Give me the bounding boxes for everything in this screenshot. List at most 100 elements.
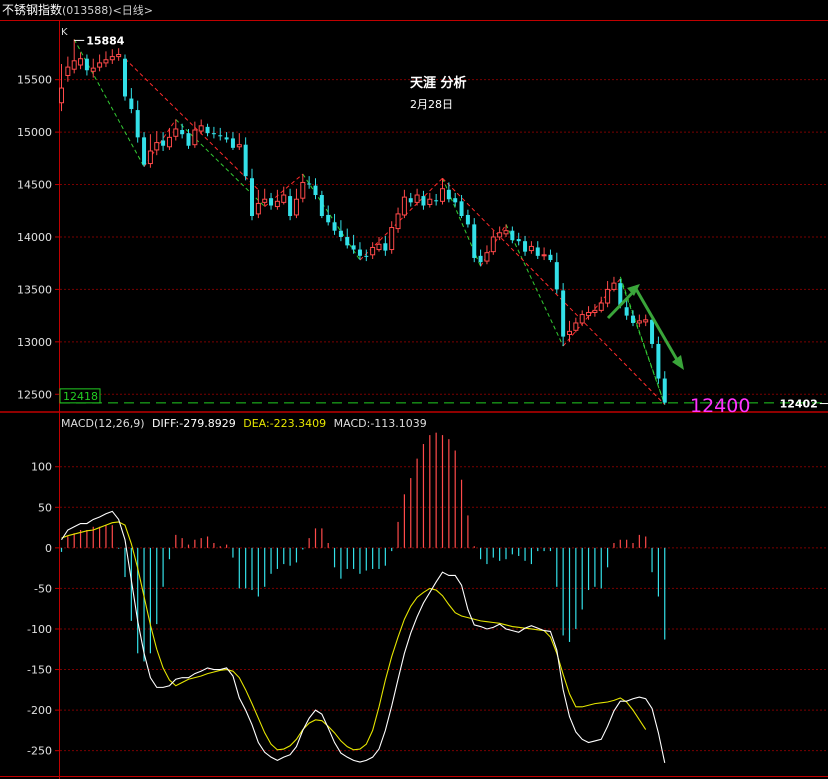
candle-body-up [484, 252, 490, 262]
candle-body-down [656, 343, 661, 379]
candle-body-up [440, 188, 445, 202]
candle-body-down [351, 245, 356, 250]
candle-body-down [459, 201, 464, 216]
price-tick-label: 12500 [17, 388, 52, 401]
diff-line [61, 510, 666, 763]
zigzag-segment [73, 39, 145, 167]
candle-body-up [395, 213, 401, 230]
macd-histogram [60, 432, 666, 662]
candle-body-down [510, 230, 515, 241]
candle-body-up [154, 142, 160, 151]
candle-body-up [192, 129, 198, 146]
candle-body-up [401, 196, 407, 216]
candle-body-down [307, 183, 312, 185]
price-tick-label: 13000 [17, 336, 52, 349]
candle-body-down [319, 195, 324, 216]
low-marker-label: 12402 [780, 398, 818, 411]
diff-value-label: DIFF:-279.8929 [152, 417, 236, 430]
macd-panel-label: MACD(12,26,9) [61, 417, 145, 430]
candle-body-down [135, 110, 140, 138]
candle-body-up [90, 67, 96, 72]
candlestick-series[interactable] [59, 39, 667, 405]
candle-body-up [370, 246, 376, 256]
candle-body-down [338, 230, 343, 237]
candle-body-up [598, 302, 604, 311]
candle-body-up [528, 245, 534, 252]
chart-title: 天涯 分析 [410, 75, 467, 91]
candle-body-down [364, 255, 369, 257]
price-tick-label: 15000 [17, 126, 52, 139]
candle-body-down [123, 58, 127, 97]
candle-body-up [97, 62, 103, 68]
candle-body-up [592, 309, 598, 313]
candle-body-up [490, 236, 496, 253]
candle-body-up [65, 66, 71, 76]
candle-body-up [59, 87, 64, 104]
candle-body-up [109, 56, 115, 61]
macd-tick-label: -200 [27, 704, 52, 717]
candle-body-down [205, 126, 210, 134]
candle-body-up [586, 311, 592, 317]
dea-value-label: DEA:-223.3409 [243, 417, 326, 430]
candle-body-down [561, 290, 566, 337]
candle-body-down [161, 140, 166, 146]
candle-body-down [269, 198, 274, 206]
candle-body-down [218, 135, 223, 137]
candle-body-down [288, 196, 293, 216]
candle-body-down [535, 247, 540, 256]
candle-body-down [478, 255, 483, 263]
candle-body-down [650, 319, 655, 344]
price-y-axis: 12500 13000 13500 14000 14500 15000 15500 [17, 74, 60, 401]
candle-body-up [236, 144, 242, 148]
macd-y-axis: -250 -200 -150 -100 -50 0 50 100 [27, 461, 60, 758]
macd-tick-label: 0 [45, 542, 52, 555]
price-tick-label: 13500 [17, 283, 52, 296]
price-tick-label: 15500 [17, 74, 52, 87]
macd-header: MACD(12,26,9) DIFF:-279.8929 DEA:-223.34… [61, 417, 427, 430]
support-value-label: 12418 [63, 390, 98, 403]
high-marker-label: 15884 [86, 34, 125, 47]
candle-body-up [166, 136, 172, 148]
candle-body-up [541, 254, 547, 257]
candle-body-down [421, 196, 426, 206]
candle-body-down [250, 178, 254, 216]
candle-body-down [180, 130, 185, 135]
candle-body-down [631, 315, 635, 323]
candle-body-up [274, 200, 280, 208]
candle-body-up [147, 150, 153, 165]
price-panel-label: K [61, 27, 68, 38]
price-tick-label: 14500 [17, 179, 52, 192]
candle-body-up [497, 232, 503, 238]
candle-body-up [262, 198, 268, 203]
candle-body-up [427, 198, 433, 205]
macd-tick-label: -250 [27, 745, 52, 758]
candle-body-up [636, 320, 642, 324]
candle-body-up [573, 322, 579, 331]
candle-body-up [78, 58, 84, 66]
candle-body-up [293, 198, 299, 216]
macd-value-label: MACD:-113.1039 [334, 417, 427, 430]
chart-stage[interactable]: 12500 13000 13500 14000 14500 15000 15500 -250… [0, 0, 828, 779]
candle-body-up [173, 128, 179, 137]
candle-body-up [503, 230, 509, 235]
high-marker: 15884 [74, 34, 125, 47]
zigzag-segment [302, 173, 361, 261]
candle-body-down [465, 214, 470, 225]
candle-body-down [624, 307, 629, 316]
candle-body-up [611, 282, 617, 290]
candle-body-up [389, 227, 395, 251]
candle-body-down [453, 198, 458, 203]
candle-body-down [662, 378, 667, 403]
candle-body-down [332, 222, 337, 231]
candle-body-up [414, 194, 420, 203]
candle-body-down [84, 58, 89, 71]
candle-body-down [516, 239, 521, 242]
macd-tick-label: -100 [27, 623, 52, 636]
candle-body-up [198, 125, 204, 132]
macd-tick-label: 100 [31, 461, 52, 474]
candle-body-down [326, 214, 331, 223]
candle-body-down [345, 236, 350, 246]
candle-body-down [548, 254, 553, 261]
candle-body-down [142, 137, 147, 165]
zigzag-trend-lines [73, 39, 666, 405]
